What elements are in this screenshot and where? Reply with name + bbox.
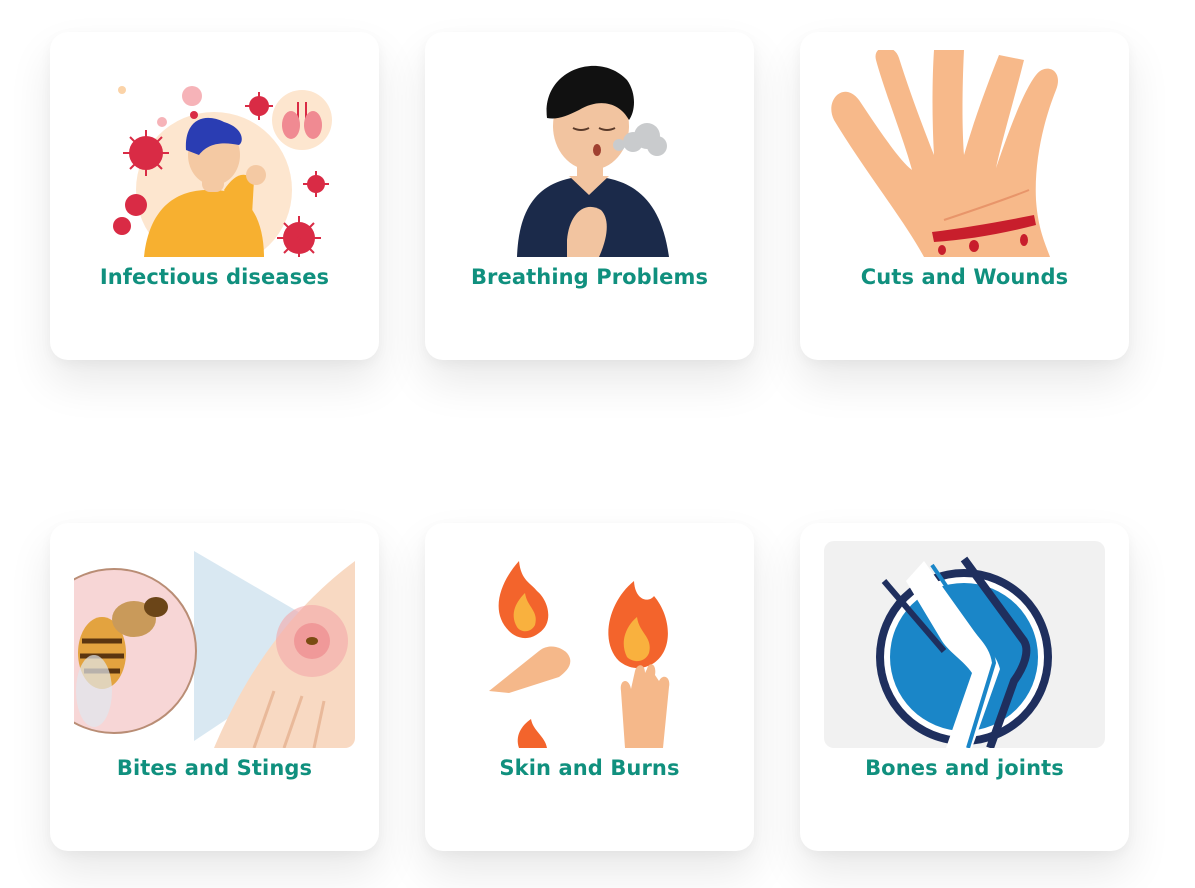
category-card-breathing-problems[interactable]: Breathing Problems xyxy=(425,32,754,360)
card-title: Cuts and Wounds xyxy=(860,265,1069,289)
category-card-cuts-and-wounds[interactable]: Cuts and Wounds xyxy=(800,32,1129,360)
bee-sting-illustration xyxy=(74,541,355,748)
knee-joint-illustration xyxy=(824,541,1105,748)
category-card-bites-and-stings[interactable]: Bites and Stings xyxy=(50,523,379,851)
coughing-person-virus-illustration xyxy=(74,50,355,257)
category-card-bones-and-joints[interactable]: Bones and joints xyxy=(800,523,1129,851)
hand-cut-illustration xyxy=(824,50,1105,257)
card-title: Infectious diseases xyxy=(99,265,330,289)
card-title: Bites and Stings xyxy=(116,756,313,780)
card-title: Breathing Problems xyxy=(470,265,709,289)
hands-fire-burn-illustration xyxy=(449,541,730,748)
card-title: Bones and joints xyxy=(865,756,1064,780)
person-breathing-illustration xyxy=(449,50,730,257)
card-title: Skin and Burns xyxy=(499,756,680,780)
category-card-infectious-diseases[interactable]: Infectious diseases xyxy=(50,32,379,360)
category-card-skin-and-burns[interactable]: Skin and Burns xyxy=(425,523,754,851)
